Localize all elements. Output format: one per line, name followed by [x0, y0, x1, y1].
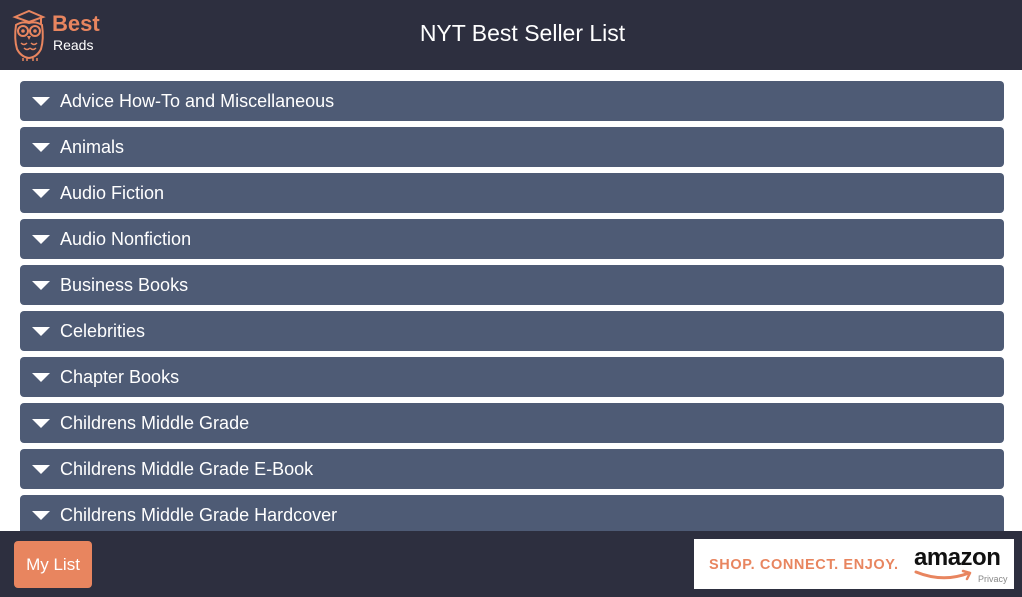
category-label: Animals	[60, 137, 125, 157]
category-item[interactable]: Childrens Middle Grade Hardcover	[20, 495, 1004, 531]
category-label: Audio Nonfiction	[60, 229, 192, 249]
page-title: NYT Best Seller List	[419, 20, 626, 46]
my-list-button[interactable]: My List	[14, 541, 92, 588]
app-header: Best Reads NYT Best Seller List	[0, 0, 1022, 70]
amazon-smile-icon	[914, 569, 972, 581]
category-list: Advice How-To and Miscellaneous Animals …	[20, 81, 1004, 531]
app-footer: My List SHOP. CONNECT. ENJOY. amazon Pri…	[0, 531, 1022, 597]
category-item[interactable]: Animals	[20, 127, 1004, 167]
category-label: Childrens Middle Grade	[60, 413, 250, 433]
caret-down-icon	[32, 235, 50, 244]
category-item[interactable]: Audio Nonfiction	[20, 219, 1004, 259]
category-item[interactable]: Childrens Middle Grade	[20, 403, 1004, 443]
category-label: Childrens Middle Grade E-Book	[60, 459, 314, 479]
category-item[interactable]: Chapter Books	[20, 357, 1004, 397]
category-label: Celebrities	[60, 321, 146, 341]
caret-down-icon	[32, 419, 50, 428]
category-label: Childrens Middle Grade Hardcover	[60, 505, 338, 525]
caret-down-icon	[32, 465, 50, 474]
amazon-logo-text: amazon	[914, 544, 1001, 571]
ad-privacy-link[interactable]: Privacy	[978, 574, 1008, 584]
category-item[interactable]: Childrens Middle Grade E-Book	[20, 449, 1004, 489]
category-item[interactable]: Audio Fiction	[20, 173, 1004, 213]
category-label: Audio Fiction	[60, 183, 165, 203]
ad-tagline: SHOP. CONNECT. ENJOY.	[709, 557, 899, 573]
category-item[interactable]: Celebrities	[20, 311, 1004, 351]
caret-down-icon	[32, 511, 50, 520]
category-item[interactable]: Advice How-To and Miscellaneous	[20, 81, 1004, 121]
category-list-container[interactable]: Advice How-To and Miscellaneous Animals …	[0, 70, 1022, 531]
caret-down-icon	[32, 189, 50, 198]
caret-down-icon	[32, 143, 50, 152]
category-item[interactable]: Business Books	[20, 265, 1004, 305]
caret-down-icon	[32, 373, 50, 382]
caret-down-icon	[32, 281, 50, 290]
category-label: Advice How-To and Miscellaneous	[60, 91, 335, 111]
category-label: Business Books	[60, 275, 189, 295]
amazon-ad-banner[interactable]: SHOP. CONNECT. ENJOY. amazon Privacy	[694, 539, 1014, 589]
caret-down-icon	[32, 327, 50, 336]
scrollbar[interactable]	[1014, 70, 1022, 531]
caret-down-icon	[32, 97, 50, 106]
category-label: Chapter Books	[60, 367, 180, 387]
